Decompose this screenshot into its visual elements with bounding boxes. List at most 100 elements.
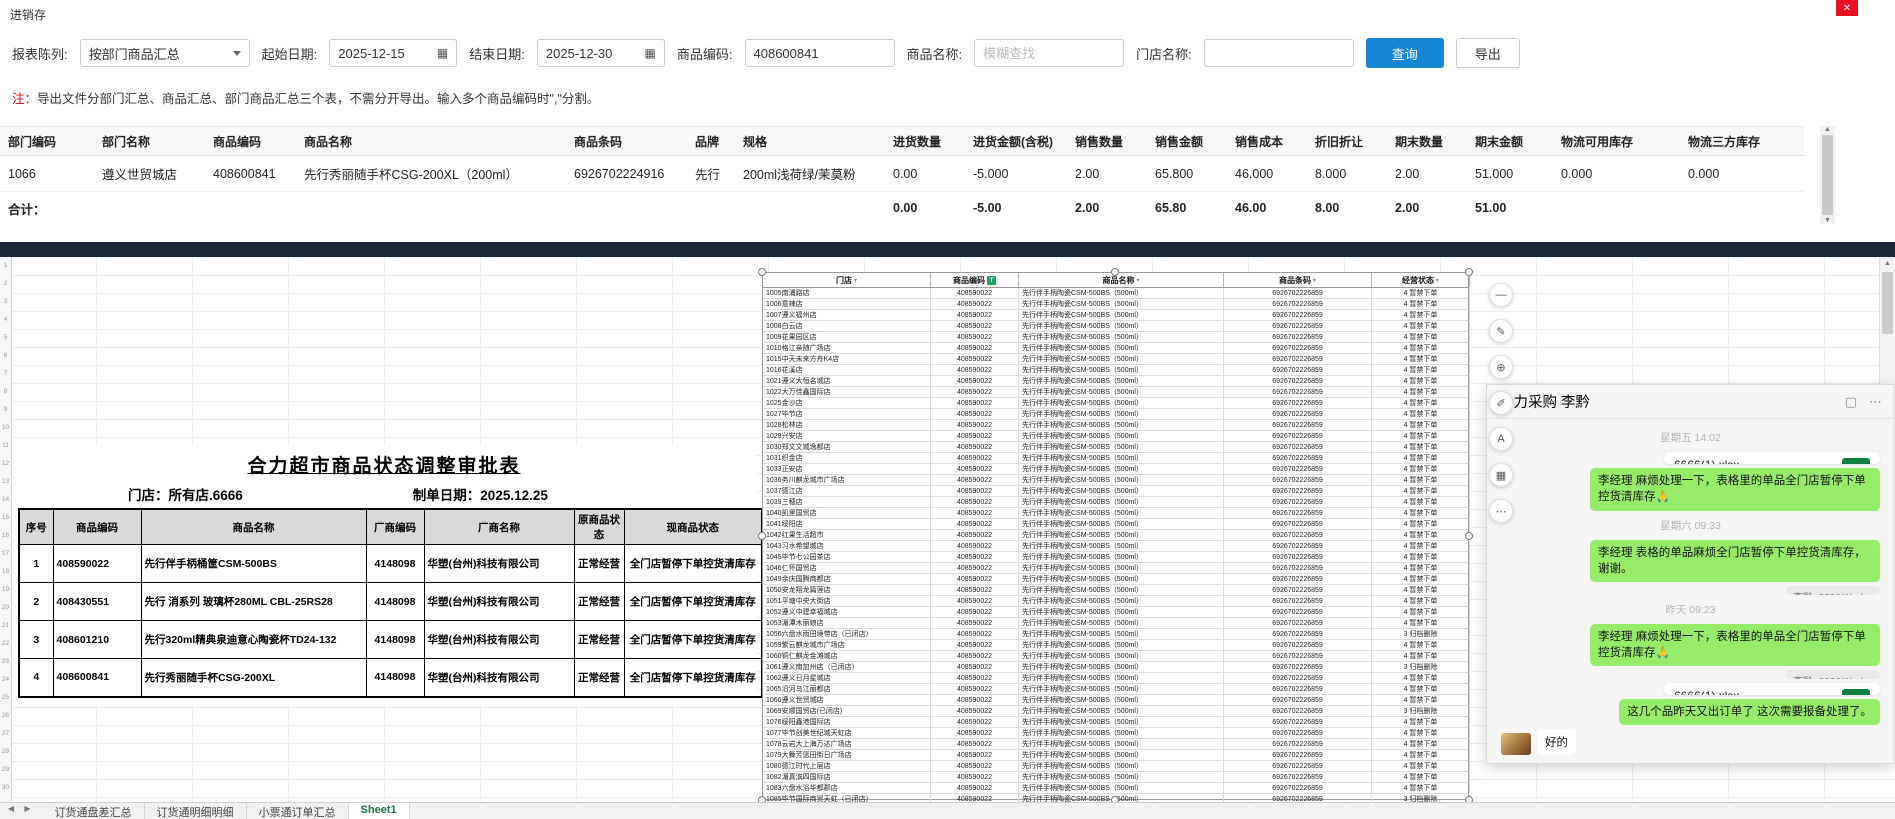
excel-row-number: 8 [0,383,11,401]
store-row: 1066遵义世贸城店408590022先行伴手柄陶瓷CSM-500BS（500m… [763,695,1468,706]
store-cell: 1031织金店 [763,453,931,463]
apps-icon[interactable]: ▦ [1489,463,1513,487]
more-icon[interactable]: ⋯ [1869,394,1882,410]
zoom-in-icon[interactable]: ⊕ [1489,355,1513,379]
store-cell: 6926702226859 [1224,530,1372,540]
store-cell: 先行伴手柄陶瓷CSM-500BS（500ml） [1019,596,1224,606]
sign-icon[interactable]: ✐ [1489,391,1513,415]
store-row: 1007遵义福州店408590022先行伴手柄陶瓷CSM-500BS（500ml… [763,310,1468,321]
store-cell: 1037德江店 [763,486,931,496]
sort-icon: ▾ [1313,277,1316,284]
store-cell: 408590022 [931,398,1019,408]
store-cell: 6926702226859 [1224,695,1372,705]
selection-handle[interactable] [1465,268,1473,276]
start-date-input[interactable]: 2025-12-15 ▦ [329,39,457,67]
selection-handle[interactable] [1465,532,1473,540]
excel-row-number: 10 [0,419,11,437]
store-cell: 6926702226859 [1224,662,1372,672]
store-cell: 6926702226859 [1224,728,1372,738]
report-column-header: 期末金额 [1467,127,1553,155]
store-cell: 1041绥阳店 [763,519,931,529]
sheet-nav-arrows[interactable]: ◀ ▶ [0,803,43,819]
report-table: 部门编码部门名称商品编码商品名称商品条码品牌规格进货数量进货金额(含税)销售数量… [0,126,1804,224]
store-cell: 先行伴手柄陶瓷CSM-500BS（500ml） [1019,629,1224,639]
store-cell: 先行伴手柄陶瓷CSM-500BS（500ml） [1019,728,1224,738]
store-name-input[interactable] [1204,39,1354,67]
store-cell: 6926702226859 [1224,596,1372,606]
sheet-tab[interactable]: 订货通盘差汇总 [43,803,145,819]
store-cell: 3 归档删除 [1372,706,1470,716]
sort-icon: ▾ [854,277,857,284]
more-icon[interactable]: ⋯ [1489,499,1513,523]
text-icon[interactable]: A [1489,427,1513,451]
report-total-cell [1553,192,1680,224]
report-table-row[interactable]: 1066遵义世贸城店408600841先行秀丽随手杯CSG-200XL（200m… [0,156,1804,192]
file-message[interactable]: 6666(1).xlsx11.1KX微信电脑版 [1664,683,1880,695]
product-name-label: 商品名称: [907,44,963,63]
store-cell: 先行伴手柄陶瓷CSM-500BS（500ml） [1019,640,1224,650]
selection-handle[interactable] [1111,268,1119,276]
export-button[interactable]: 导出 [1456,38,1520,68]
scroll-down-icon[interactable]: ▼ [1824,217,1831,224]
scroll-up-icon[interactable]: ▲ [1824,126,1831,133]
scrollbar-thumb[interactable] [1822,135,1833,215]
file-message[interactable]: 6666(1).xlsx11.1KX微信电脑版 [1664,452,1880,464]
query-button[interactable]: 查询 [1366,38,1444,68]
calendar-icon: ▦ [437,46,448,60]
window-divider-bar [0,242,1895,257]
store-cell: 先行伴手柄陶瓷CSM-500BS（500ml） [1019,585,1224,595]
scrollbar-thumb[interactable] [1882,272,1893,334]
store-cell: 408590022 [931,563,1019,573]
store-cell: 408590022 [931,332,1019,342]
close-button[interactable]: ✕ [1836,0,1858,16]
store-cell: 4 暂禁下单 [1372,354,1470,364]
excel-row-number: 2 [0,275,11,293]
end-date-input[interactable]: 2025-12-30 ▦ [537,39,665,67]
store-cell: 4 暂禁下单 [1372,387,1470,397]
store-row: 1052遵义中建幸福城店408590022先行伴手柄陶瓷CSM-500BS（50… [763,607,1468,618]
store-cell: 1077毕节创美世纪城天虹店 [763,728,931,738]
report-scrollbar[interactable]: ▲ ▼ [1820,126,1835,224]
store-row: 1049余庆国腾商都店408590022先行伴手柄陶瓷CSM-500BS（500… [763,574,1468,585]
store-cell: 6926702226859 [1224,585,1372,595]
report-total-cell: 2.00 [1387,192,1467,224]
store-cell: 1076绥阳鑫港国际店 [763,717,931,727]
report-total-cell: 46.00 [1227,192,1307,224]
selection-handle[interactable] [758,268,766,276]
excel-row-number: 20 [0,599,11,617]
excel-row-number: 26 [0,707,11,725]
excel-row-headers: 1234567891011121314151617181920212223242… [0,257,12,802]
store-cell: 6926702226859 [1224,563,1372,573]
product-name-input[interactable] [974,39,1124,67]
window-icon[interactable]: ▢ [1845,394,1857,410]
store-cell: 1030郑文文城逸都店 [763,442,931,452]
report-column-header: 物流可用库存 [1553,127,1680,155]
store-cell: 408590022 [931,343,1019,353]
excel-scrollbar[interactable]: ▲ [1879,258,1895,384]
report-type-select[interactable]: 按部门商品汇总 [80,39,250,67]
store-row: 1051平塘中央大街店408590022先行伴手柄陶瓷CSM-500BS（500… [763,596,1468,607]
window-title: 进销存 [10,6,46,23]
scroll-up-icon[interactable]: ▲ [1880,258,1895,270]
store-cell: 4 暂禁下单 [1372,574,1470,584]
product-code-input[interactable] [745,39,895,67]
store-cell: 408590022 [931,651,1019,661]
store-column-header: 商品编码T [931,273,1019,287]
collapse-icon[interactable]: — [1489,283,1513,307]
sheet-tab[interactable]: 订货通明细明细 [145,803,247,819]
xlsx-file-icon: X [1842,689,1870,695]
selection-handle[interactable] [758,532,766,540]
store-row: 1033正安店408590022先行伴手柄陶瓷CSM-500BS（500ml）6… [763,464,1468,475]
sheet-tab[interactable]: 小票通订单汇总 [247,803,349,819]
store-cell: 1056六盘水雨田境带店（已闭店） [763,629,931,639]
sheet-tab[interactable]: Sheet1 [349,803,410,819]
report-window: 进销存 ✕ 报表陈列: 按部门商品汇总 起始日期: 2025-12-15 ▦ 结… [0,0,1895,242]
excel-row-number: 17 [0,545,11,563]
store-cell: 3 归档删除 [1372,662,1470,672]
store-row: 1080德江时代上层店408590022先行伴手柄陶瓷CSM-500BS（500… [763,761,1468,772]
excel-row-number: 28 [0,743,11,761]
store-cell: 1006意辣店 [763,299,931,309]
excel-row-number: 18 [0,563,11,581]
edit-icon[interactable]: ✎ [1489,319,1513,343]
store-cell: 408590022 [931,442,1019,452]
